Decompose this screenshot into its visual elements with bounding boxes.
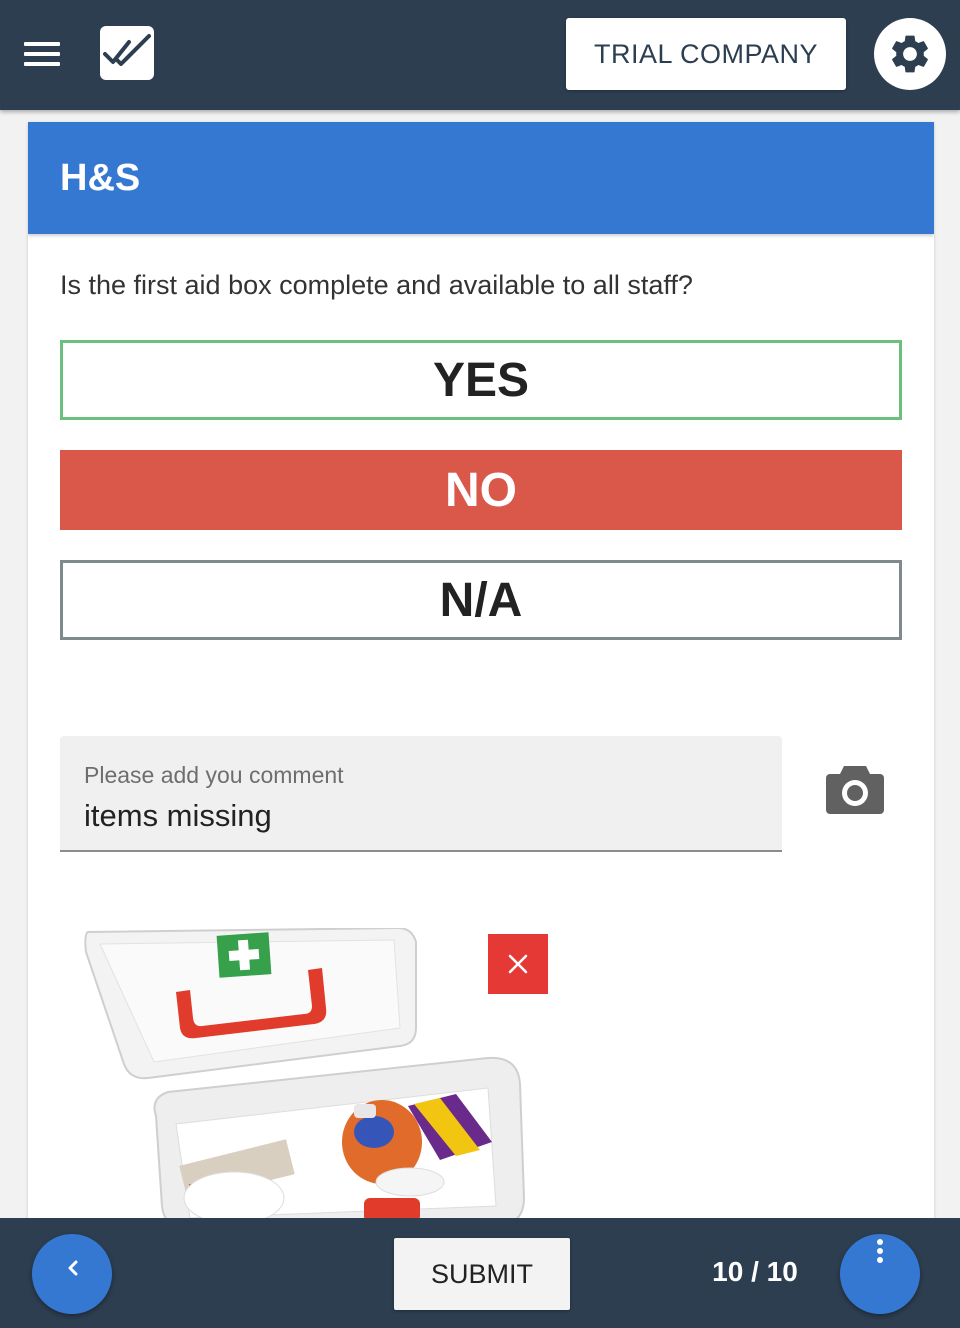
answer-yes-button[interactable]: YES (60, 340, 902, 420)
double-check-icon (100, 26, 154, 80)
comment-label: Please add you comment (84, 762, 344, 788)
comment-input[interactable] (84, 798, 764, 834)
answer-na-button[interactable]: N/A (60, 560, 902, 640)
close-icon (508, 954, 528, 974)
section-header: H&S (28, 122, 934, 234)
company-selector-button[interactable]: TRIAL COMPANY (566, 18, 846, 90)
bottom-navigation-bar: SUBMIT 10 / 10 (0, 1218, 960, 1328)
chevron-left-icon (68, 1260, 78, 1276)
hamburger-menu-icon[interactable] (22, 40, 62, 68)
settings-button[interactable] (874, 18, 946, 90)
more-vertical-icon (877, 1239, 883, 1263)
question-card: H&S Is the first aid box complete and av… (28, 122, 934, 1222)
comment-field[interactable]: Please add you comment (60, 736, 782, 852)
delete-photo-button[interactable] (488, 934, 548, 994)
gear-icon (892, 35, 928, 73)
submit-button[interactable]: SUBMIT (394, 1238, 570, 1310)
answer-no-button[interactable]: NO (60, 450, 902, 530)
question-text: Is the first aid box complete and availa… (60, 270, 693, 300)
camera-icon[interactable] (824, 762, 886, 818)
more-options-button[interactable] (840, 1234, 920, 1314)
question-progress: 10 / 10 (712, 1256, 798, 1287)
top-app-bar: TRIAL COMPANY (0, 0, 960, 110)
attached-photo: BAND-AID (78, 926, 528, 1222)
section-title: H&S (60, 156, 141, 199)
back-button[interactable] (32, 1234, 112, 1314)
